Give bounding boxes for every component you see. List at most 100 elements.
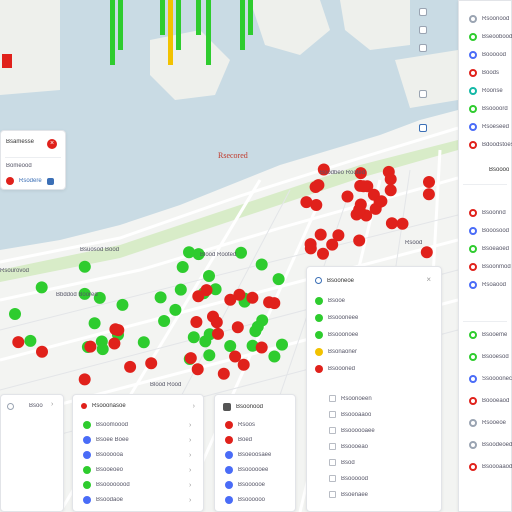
sidebar-item[interactable]: Bsoooord (469, 105, 508, 113)
panel-list-item[interactable]: Bsoomoood › (83, 421, 191, 429)
map-marker[interactable] (137, 336, 150, 349)
map-marker[interactable] (422, 188, 435, 201)
map-marker[interactable] (112, 324, 125, 337)
legend-sub-item[interactable]: Bsoooooaee (329, 427, 375, 434)
map-marker[interactable] (24, 334, 37, 347)
panel-list-item[interactable]: Bsoooooood › (83, 481, 191, 489)
checkbox[interactable] (329, 411, 336, 418)
legend-sub-item[interactable]: Bsoooeao (329, 443, 368, 450)
map-marker[interactable] (199, 335, 212, 348)
panel-list-item[interactable]: Boed (225, 436, 252, 444)
map-marker[interactable] (158, 315, 171, 327)
locate-icon[interactable] (419, 90, 427, 98)
map-marker[interactable] (187, 331, 200, 344)
panel-list-item[interactable]: Rsoos (225, 421, 255, 429)
map-marker[interactable] (184, 352, 197, 365)
sidebar-item[interactable]: Boooeaod (469, 397, 509, 405)
map-marker[interactable] (224, 340, 237, 352)
legend-item[interactable]: Bsooonoee (315, 331, 358, 339)
info-icon[interactable] (46, 177, 54, 185)
chevron-right-icon[interactable]: › (193, 403, 195, 410)
map-marker[interactable] (276, 338, 288, 351)
map-marker[interactable] (326, 238, 339, 251)
panel-list-item[interactable]: Bsoooooa › (83, 451, 191, 459)
map-marker[interactable] (203, 349, 216, 362)
legend-item[interactable]: Bsooe (315, 297, 345, 305)
map-marker[interactable] (12, 336, 25, 349)
close-icon[interactable]: × (426, 275, 431, 284)
sidebar-item[interactable]: Rsoaood (469, 281, 506, 289)
chevron-right-icon[interactable]: › (189, 422, 191, 429)
checkbox[interactable] (329, 427, 336, 434)
chevron-right-icon[interactable]: › (189, 482, 191, 489)
legend-sub-item[interactable]: Bsoooaaoo (329, 411, 371, 418)
map-marker[interactable] (235, 246, 247, 259)
map-marker[interactable] (78, 373, 91, 386)
map-marker[interactable] (176, 261, 189, 273)
panel-list-item[interactable]: Bsoooooe (225, 481, 265, 489)
map-marker[interactable] (217, 367, 230, 380)
chevron-right-icon[interactable]: › (189, 467, 191, 474)
checkbox[interactable] (329, 459, 336, 466)
fullscreen-icon[interactable] (419, 124, 427, 132)
map-marker[interactable] (231, 321, 244, 334)
checkbox[interactable] (329, 491, 336, 498)
panel-list-item[interactable]: Bsoee Boee › (83, 436, 191, 444)
map-marker[interactable] (145, 357, 158, 370)
map-marker[interactable] (353, 234, 366, 247)
map-marker[interactable] (183, 246, 195, 259)
legend-sub-item[interactable]: Bsoenaee (329, 491, 368, 498)
map-marker[interactable] (246, 291, 259, 304)
map-marker[interactable] (212, 327, 224, 340)
panel-list-item[interactable]: Bsoooooee (225, 466, 268, 474)
sidebar-item[interactable]: Bsoooaaod (469, 463, 512, 471)
sidebar-item[interactable]: Bsooeme (469, 331, 507, 339)
map-marker[interactable] (304, 242, 317, 255)
map-marker[interactable] (300, 196, 313, 209)
zoom-in-icon[interactable] (419, 26, 427, 34)
map-marker[interactable] (154, 291, 167, 304)
map-marker[interactable] (314, 228, 327, 241)
chevron-right-icon[interactable]: › (51, 401, 53, 408)
sidebar-item[interactable]: Boooood (469, 51, 506, 59)
sidebar-item[interactable]: Rsoeseed (469, 123, 509, 131)
sidebar-item[interactable]: Ssoooonec (469, 375, 512, 383)
search-icon[interactable] (315, 277, 322, 284)
map-marker[interactable] (9, 308, 21, 320)
checkbox[interactable] (329, 475, 336, 482)
map-marker[interactable] (78, 260, 91, 273)
map-marker[interactable] (224, 293, 237, 306)
map-marker[interactable] (272, 273, 285, 286)
panel-list-item[interactable]: Bsooeoeo › (83, 466, 191, 474)
map-marker[interactable] (203, 270, 215, 282)
sidebar-item[interactable]: Rsooeoe (469, 419, 506, 427)
panel-list-item[interactable]: Bsoooooo (225, 496, 265, 504)
map-marker[interactable] (317, 247, 329, 260)
zoom-out-icon[interactable] (419, 44, 427, 52)
sidebar-item[interactable]: Bsoeaoed (469, 245, 509, 253)
map-marker[interactable] (385, 217, 398, 230)
map-marker[interactable] (35, 281, 48, 294)
map-marker[interactable] (255, 341, 268, 354)
map-marker[interactable] (229, 350, 242, 363)
map-marker[interactable] (190, 316, 203, 328)
map-marker[interactable] (341, 190, 354, 203)
map-marker[interactable] (312, 179, 325, 192)
sidebar-item[interactable]: Bseoobood (469, 33, 512, 41)
map-marker[interactable] (420, 246, 433, 259)
map-marker[interactable] (384, 173, 397, 186)
sidebar-item[interactable]: Booosood (469, 227, 509, 235)
map-marker[interactable] (36, 345, 48, 358)
checkbox[interactable] (329, 443, 336, 450)
map-marker[interactable] (84, 340, 97, 353)
map-marker[interactable] (384, 184, 397, 197)
panel-list-item[interactable]: Bsoeoosaee (225, 451, 271, 459)
map-marker[interactable] (169, 303, 182, 316)
map-marker[interactable] (108, 337, 121, 350)
sidebar-item[interactable]: Bdoodstoes (469, 141, 512, 149)
map-marker[interactable] (251, 320, 264, 333)
map-marker[interactable] (268, 350, 281, 363)
layers-icon[interactable] (419, 8, 427, 16)
sidebar-item[interactable]: Bsooesod (469, 353, 509, 361)
chevron-right-icon[interactable]: › (189, 452, 191, 459)
